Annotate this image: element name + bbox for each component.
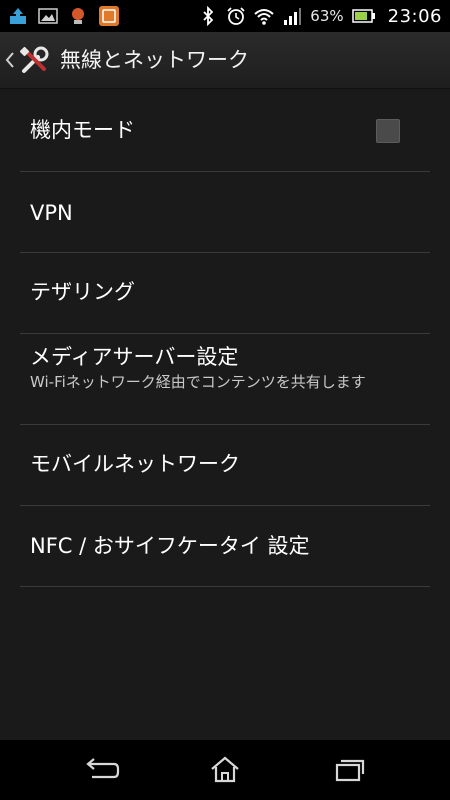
home-icon xyxy=(195,756,255,792)
tools-icon xyxy=(18,45,50,77)
back-button[interactable] xyxy=(70,752,130,788)
back-icon xyxy=(70,758,130,792)
navigation-bar xyxy=(0,740,450,800)
image-icon xyxy=(38,6,58,26)
list-item-vpn[interactable]: VPN xyxy=(0,171,450,253)
system-icons: 63% 23:06 xyxy=(198,4,442,28)
app-notification-icon xyxy=(68,6,88,26)
status-bar: 63% 23:06 xyxy=(0,0,450,32)
notification-icons xyxy=(8,4,120,28)
list-item-mobile-network[interactable]: モバイルネットワーク xyxy=(0,424,450,506)
list-item-nfc[interactable]: NFC / おサイフケータイ 設定 xyxy=(0,505,450,587)
recent-apps-button[interactable] xyxy=(320,752,380,788)
settings-list: 機内モード VPN テザリング メディアサーバー設定 Wi-Fiネットワーク経由… xyxy=(0,89,450,587)
action-bar: 無線とネットワーク xyxy=(0,32,450,89)
list-item-title: テザリング xyxy=(30,280,135,304)
wifi-icon xyxy=(254,6,274,26)
list-item-title: モバイルネットワーク xyxy=(30,452,240,476)
clock: 23:06 xyxy=(387,5,442,27)
media-app-icon xyxy=(98,5,120,27)
list-item-tethering[interactable]: テザリング xyxy=(0,252,450,334)
list-item-airplane-mode[interactable]: 機内モード xyxy=(0,89,450,172)
list-item-title: NFC / おサイフケータイ 設定 xyxy=(30,534,310,558)
page-title: 無線とネットワーク xyxy=(60,48,249,72)
signal-icon xyxy=(282,6,302,26)
up-navigation-button[interactable] xyxy=(0,32,60,88)
list-item-media-server[interactable]: メディアサーバー設定 Wi-Fiネットワーク経由でコンテンツを共有します xyxy=(0,333,450,425)
airplane-mode-checkbox[interactable] xyxy=(376,119,400,143)
list-item-summary: Wi-Fiネットワーク経由でコンテンツを共有します xyxy=(30,373,366,391)
battery-icon xyxy=(351,6,376,26)
list-item-title: メディアサーバー設定 xyxy=(30,345,239,369)
battery-percent: 63% xyxy=(310,7,344,25)
list-item-title: VPN xyxy=(30,201,73,225)
alarm-icon xyxy=(226,6,246,26)
upload-icon xyxy=(8,6,28,26)
list-item-title: 機内モード xyxy=(30,118,135,142)
recent-apps-icon xyxy=(320,759,380,792)
home-button[interactable] xyxy=(195,752,255,788)
divider xyxy=(20,586,430,587)
bluetooth-icon xyxy=(198,5,218,27)
chevron-left-icon xyxy=(4,49,16,71)
